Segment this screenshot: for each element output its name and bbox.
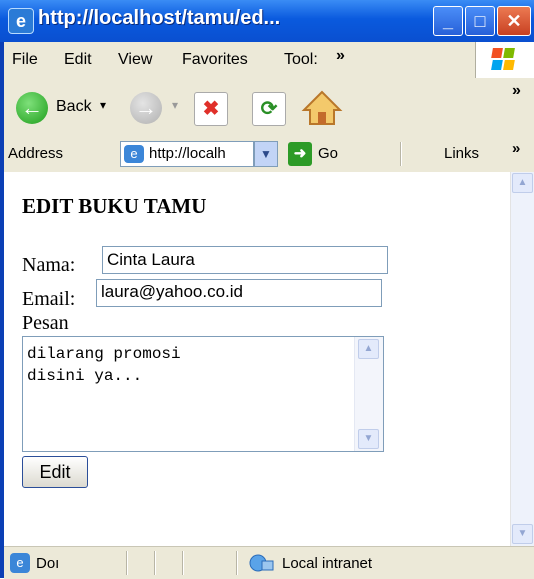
- home-icon[interactable]: [300, 88, 344, 128]
- back-arrow-icon[interactable]: ←: [16, 92, 48, 124]
- menu-edit[interactable]: Edit: [64, 51, 92, 69]
- minimize-icon: _: [442, 11, 453, 31]
- links-overflow-chevron[interactable]: »: [512, 140, 520, 157]
- page-icon: e: [124, 145, 144, 163]
- status-bar: e Doı Local intranet: [4, 546, 534, 579]
- back-dropdown-icon[interactable]: ▾: [100, 98, 106, 112]
- address-label: Address: [8, 145, 64, 162]
- scroll-up-icon[interactable]: ▲: [512, 173, 533, 193]
- links-button[interactable]: Links: [444, 145, 479, 162]
- menu-bar: File Edit View Favorites Tool: »: [4, 42, 534, 79]
- nama-input[interactable]: [102, 246, 388, 274]
- nama-label: Nama:: [22, 254, 76, 276]
- pesan-textarea[interactable]: dilarang promosi disini ya... ▲ ▼: [22, 336, 384, 452]
- close-icon: ✕: [506, 11, 522, 31]
- windows-logo: [475, 42, 534, 78]
- status-divider-1: [126, 551, 128, 575]
- globe-computer-icon: [249, 554, 274, 572]
- email-label: Email:: [22, 288, 76, 310]
- ie-page-icon: e: [8, 8, 34, 34]
- title-bar[interactable]: e http://localhost/tamu/ed... _ □ ✕: [0, 0, 534, 42]
- edit-button[interactable]: Edit: [22, 456, 88, 488]
- address-bar: Address e http://localh ▼ ➜ Go Links »: [4, 138, 534, 173]
- forward-arrow-icon[interactable]: →: [130, 92, 162, 124]
- textarea-scroll-up-icon[interactable]: ▲: [358, 339, 379, 359]
- minimize-button[interactable]: _: [433, 6, 463, 36]
- menu-tools[interactable]: Tool:: [284, 51, 318, 69]
- menu-view[interactable]: View: [118, 51, 152, 69]
- local-intranet-icon: [248, 553, 274, 573]
- close-button[interactable]: ✕: [497, 6, 531, 36]
- textarea-scroll-down-icon[interactable]: ▼: [358, 429, 379, 449]
- status-text: Doı: [36, 555, 60, 572]
- zone-text: Local intranet: [282, 555, 373, 572]
- address-dropdown-icon[interactable]: ▼: [254, 141, 278, 167]
- address-url[interactable]: http://localh: [149, 145, 226, 162]
- status-divider-2: [154, 551, 156, 575]
- refresh-icon[interactable]: ⟳: [252, 92, 286, 126]
- address-divider: [400, 142, 402, 166]
- menu-overflow-chevron[interactable]: »: [336, 47, 345, 65]
- pesan-text[interactable]: dilarang promosi disini ya...: [27, 343, 181, 387]
- pesan-label: Pesan: [22, 312, 69, 334]
- toolbar-overflow-chevron[interactable]: »: [512, 82, 521, 100]
- maximize-icon: □: [474, 11, 486, 31]
- browser-window: e http://localhost/tamu/ed... _ □ ✕ File…: [0, 0, 534, 579]
- stop-icon[interactable]: ✖: [194, 92, 228, 126]
- go-button[interactable]: Go: [318, 145, 338, 162]
- textarea-scrollbar[interactable]: ▲ ▼: [354, 337, 383, 451]
- status-divider-3: [182, 551, 184, 575]
- ie-status-icon: e: [10, 553, 30, 573]
- home-house-icon: [301, 90, 343, 125]
- status-divider-4: [236, 551, 238, 575]
- back-label[interactable]: Back: [56, 98, 92, 116]
- page-title: EDIT BUKU TAMU: [22, 194, 207, 218]
- windows-flag-icon: [491, 48, 515, 70]
- address-input[interactable]: e http://localh: [120, 141, 254, 167]
- standard-toolbar: ← Back ▾ → ▾ ✖ ⟳ »: [4, 78, 534, 139]
- go-arrow-icon[interactable]: ➜: [288, 142, 312, 166]
- page-content: EDIT BUKU TAMU Nama: Email: laura@yahoo.…: [4, 172, 510, 546]
- menu-favorites[interactable]: Favorites: [182, 51, 248, 69]
- scroll-down-icon[interactable]: ▼: [512, 524, 533, 544]
- menu-file[interactable]: File: [12, 51, 38, 69]
- page-scrollbar[interactable]: ▲ ▼: [510, 172, 534, 546]
- forward-dropdown-icon[interactable]: ▾: [172, 98, 178, 112]
- email-input[interactable]: laura@yahoo.co.id: [96, 279, 382, 307]
- window-title: http://localhost/tamu/ed...: [38, 7, 281, 29]
- maximize-button[interactable]: □: [465, 6, 495, 36]
